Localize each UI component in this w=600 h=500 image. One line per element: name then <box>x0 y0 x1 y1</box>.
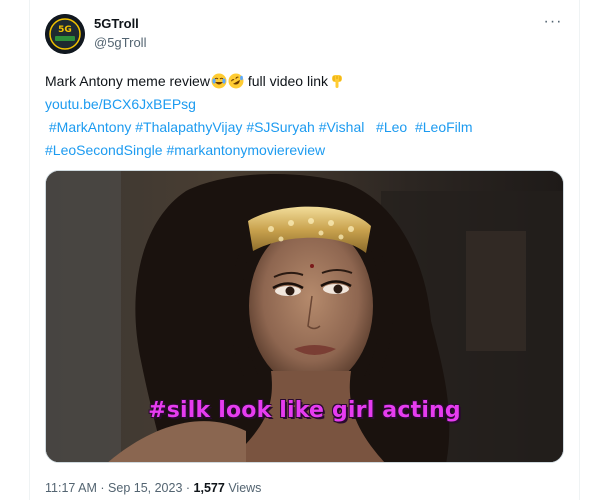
hashtag-leosecondsingle[interactable]: #LeoSecondSingle <box>45 142 163 158</box>
hashtag-markantonymoviereview[interactable]: #markantonymoviereview <box>166 142 325 158</box>
tweet-text: Mark Antony meme review full video link … <box>45 70 565 162</box>
hashtag-sjsuryah[interactable]: #SJSuryah <box>246 119 314 135</box>
tweet-date[interactable]: Sep 15, 2023 <box>108 481 182 495</box>
avatar[interactable]: 5G <box>45 14 85 54</box>
media-caption: #silk look like girl acting <box>148 398 461 423</box>
tweet-metadata: 11:17 AM · Sep 15, 2023 · 1,577 Views <box>45 481 261 495</box>
author-handle[interactable]: @5gTroll <box>94 35 146 50</box>
views-count[interactable]: 1,577 <box>194 481 225 495</box>
tweet-body-text: Mark Antony meme review <box>45 73 210 89</box>
meta-separator: · <box>100 481 105 495</box>
hashtags-line-1: #MarkAntony #ThalapathyVijay #SJSuryah #… <box>45 116 565 139</box>
hashtag-leo[interactable]: #Leo <box>376 119 407 135</box>
tweet-time[interactable]: 11:17 AM <box>45 481 97 495</box>
face-with-tears-of-joy-icon <box>211 73 227 89</box>
hashtag-markantony[interactable]: #MarkAntony <box>49 119 131 135</box>
views-label: Views <box>228 481 262 495</box>
rolling-on-floor-laughing-icon <box>228 73 244 89</box>
tweet-media-image[interactable]: #silk look like girl acting <box>45 170 564 463</box>
hashtag-leofilm[interactable]: #LeoFilm <box>415 119 473 135</box>
avatar-text: 5G <box>58 25 72 35</box>
hashtag-thalapathyvijay[interactable]: #ThalapathyVijay <box>135 119 242 135</box>
tweet-body-text-2: full video link <box>243 73 328 89</box>
author-name[interactable]: 5GTroll <box>94 16 139 31</box>
more-options-button[interactable]: ··· <box>541 12 565 32</box>
hashtags-line-2: #LeoSecondSingle #markantonymoviereview <box>45 139 565 162</box>
avatar-logo-icon: 5G <box>45 14 85 54</box>
tweet-text-line-2: youtu.be/BCX6JxBEPsg <box>45 93 565 116</box>
tweet-link[interactable]: youtu.be/BCX6JxBEPsg <box>45 96 196 112</box>
hashtag-vishal[interactable]: #Vishal <box>319 119 365 135</box>
meta-separator-2: · <box>185 481 191 495</box>
tweet-card: 5G 5GTroll @5gTroll ··· Mark Antony meme… <box>29 0 580 500</box>
backhand-index-pointing-down-icon <box>329 73 345 89</box>
tweet-text-line-1: Mark Antony meme review full video link <box>45 70 565 93</box>
